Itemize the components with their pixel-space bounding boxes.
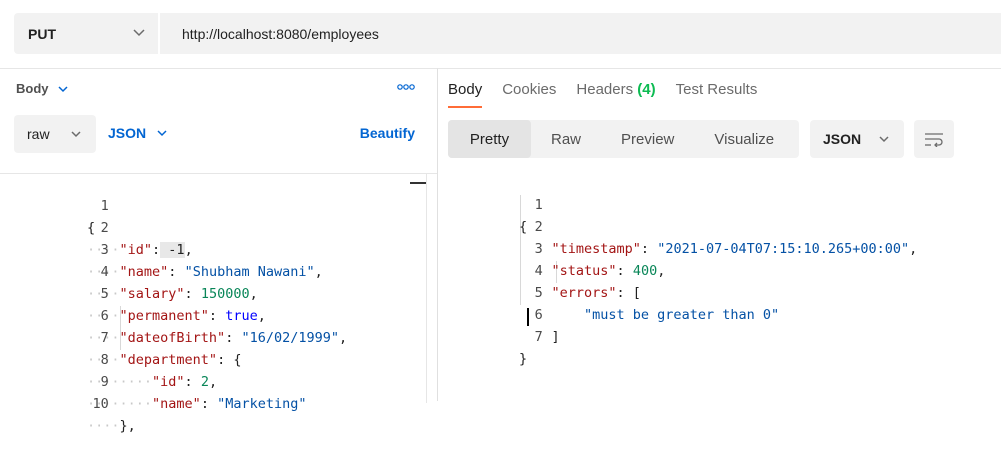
view-pretty[interactable]: Pretty xyxy=(448,120,531,158)
body-label: Body xyxy=(16,81,49,96)
chevron-down-icon xyxy=(133,29,145,37)
chevron-down-icon xyxy=(71,131,81,138)
code-text: ····"permanent": true, xyxy=(87,308,266,324)
method-label: PUT xyxy=(28,25,56,42)
code-line: 1 { xyxy=(438,172,543,235)
code-line: 2 ····"id": -1, xyxy=(0,195,193,258)
code-line: 6 ····"dateofBirth": "16/02/1999", xyxy=(0,283,347,346)
method-select[interactable]: PUT xyxy=(14,13,158,54)
body-type-select[interactable]: raw xyxy=(14,115,96,153)
headers-count-badge: (4) xyxy=(637,81,656,98)
code-line: 3 "status": 400, xyxy=(438,216,666,279)
response-format-select[interactable]: JSON xyxy=(810,120,904,158)
response-body-viewer[interactable]: 1 { 2 "timestamp": "2021-07-04T07:15:10.… xyxy=(438,173,1001,402)
code-text: ····"department": { xyxy=(87,352,242,368)
code-text: "must be greater than 0" xyxy=(584,307,780,323)
code-text: ····"dateofBirth": "16/02/1999", xyxy=(87,330,348,346)
chevron-down-icon xyxy=(879,136,889,143)
request-body-pane: Body raw JSON Beautify 1 { 2 ····"id": -… xyxy=(0,68,437,434)
more-options-icon[interactable] xyxy=(397,83,415,91)
tab-headers[interactable]: Headers (4) xyxy=(576,81,655,106)
view-raw[interactable]: Raw xyxy=(531,120,601,158)
chevron-down-icon xyxy=(57,85,68,92)
code-text: ········"name": "Marketing" xyxy=(87,396,307,412)
code-line: 8 ········"id": 2, xyxy=(0,327,217,390)
tab-test-results[interactable]: Test Results xyxy=(676,81,758,106)
code-text: ····"salary": 150000, xyxy=(87,286,258,302)
code-line: 1 { xyxy=(0,173,109,236)
tab-cookies[interactable]: Cookies xyxy=(502,81,556,106)
wrap-lines-button[interactable] xyxy=(914,120,954,158)
scrollbar-thumb[interactable] xyxy=(410,182,426,184)
response-tabs: Body Cookies Headers (4) Test Results xyxy=(448,81,758,108)
editor-scrollbar[interactable] xyxy=(426,174,437,403)
url-text: http://localhost:8080/employees xyxy=(182,25,379,42)
language-select[interactable]: JSON xyxy=(108,125,168,141)
code-text: "timestamp": "2021-07-04T07:15:10.265+00… xyxy=(551,241,918,257)
view-visualize[interactable]: Visualize xyxy=(694,120,794,158)
code-line: 7 } xyxy=(438,304,543,367)
code-line: 9 ········"name": "Marketing" xyxy=(0,349,306,412)
view-preview[interactable]: Preview xyxy=(601,120,694,158)
tab-headers-label: Headers xyxy=(576,81,634,98)
response-pane: Body Cookies Headers (4) Test Results Pr… xyxy=(437,68,1001,401)
wrap-lines-icon xyxy=(925,133,943,147)
raw-label: raw xyxy=(27,126,50,142)
code-line: 4 ····"salary": 150000, xyxy=(0,239,258,302)
code-line: 6 ] xyxy=(438,282,560,345)
code-line: 4 "errors": [ xyxy=(438,238,641,301)
code-line: 2 "timestamp": "2021-07-04T07:15:10.265+… xyxy=(438,194,918,257)
chevron-down-icon xyxy=(157,130,167,137)
json-label: JSON xyxy=(108,125,147,141)
code-line: 7 ····"department": { xyxy=(0,305,241,368)
request-body-editor[interactable]: 1 { 2 ····"id": -1, 3 ····"name": "Shubh… xyxy=(0,173,437,434)
code-text: } xyxy=(519,351,528,367)
code-text: ····"name": "Shubham Nawani", xyxy=(87,264,323,280)
code-line: 5 "must be greater than 0" xyxy=(438,260,779,323)
tab-body[interactable]: Body xyxy=(448,81,483,108)
code-line: 5 ····"permanent": true, xyxy=(0,261,266,324)
view-mode-tabs: Pretty Raw Preview Visualize xyxy=(448,120,799,158)
text-cursor xyxy=(527,308,529,326)
code-line: 3 ····"name": "Shubham Nawani", xyxy=(0,217,323,280)
code-line: 10 ····}, xyxy=(0,371,136,434)
request-bar: PUT http://localhost:8080/employees xyxy=(0,0,1001,68)
format-label: JSON xyxy=(823,131,862,147)
beautify-button[interactable]: Beautify xyxy=(360,125,415,141)
url-input[interactable]: http://localhost:8080/employees xyxy=(160,13,1001,54)
body-dropdown[interactable]: Body xyxy=(16,81,69,96)
code-text: ····}, xyxy=(87,418,136,434)
